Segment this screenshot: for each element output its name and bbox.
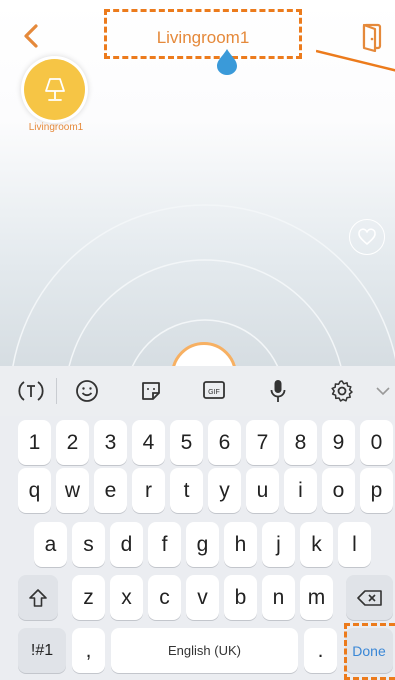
comma-key[interactable]: ,: [72, 628, 105, 673]
key-w[interactable]: w: [56, 468, 89, 513]
emoji-icon: [76, 380, 98, 402]
key-1[interactable]: 1: [18, 420, 51, 465]
key-9[interactable]: 9: [322, 420, 355, 465]
key-n[interactable]: n: [262, 575, 295, 620]
key-f[interactable]: f: [148, 522, 181, 567]
backspace-icon: [356, 589, 382, 606]
sticker-icon: [142, 382, 160, 400]
key-o[interactable]: o: [322, 468, 355, 513]
lamp-icon: [44, 77, 65, 101]
text-mode-icon: [18, 381, 44, 401]
key-k[interactable]: k: [300, 522, 333, 567]
lamp-device-avatar[interactable]: [24, 59, 85, 120]
key-0[interactable]: 0: [360, 420, 393, 465]
key-x[interactable]: x: [110, 575, 143, 620]
key-8[interactable]: 8: [284, 420, 317, 465]
key-a[interactable]: a: [34, 522, 67, 567]
key-d[interactable]: d: [110, 522, 143, 567]
key-h[interactable]: h: [224, 522, 257, 567]
key-u[interactable]: u: [246, 468, 279, 513]
key-g[interactable]: g: [186, 522, 219, 567]
collapse-toolbar-button[interactable]: [368, 377, 395, 405]
key-3[interactable]: 3: [94, 420, 127, 465]
page-title[interactable]: Livingroom1: [104, 28, 302, 48]
microphone-icon: [270, 380, 286, 402]
key-z[interactable]: z: [72, 575, 105, 620]
key-y[interactable]: y: [208, 468, 241, 513]
key-m[interactable]: m: [300, 575, 333, 620]
on-screen-keyboard: GIF 1 2 3 4 5 6 7 8 9 0 q w e r t y u i …: [0, 366, 395, 680]
key-4[interactable]: 4: [132, 420, 165, 465]
done-highlight-box: [344, 623, 395, 680]
key-q[interactable]: q: [18, 468, 51, 513]
callout-pointer-line: [316, 49, 395, 72]
voice-input-button[interactable]: [263, 377, 293, 405]
chevron-down-icon: [376, 387, 390, 396]
key-r[interactable]: r: [132, 468, 165, 513]
sticker-button[interactable]: [136, 377, 166, 405]
gear-icon: [331, 380, 353, 402]
key-7[interactable]: 7: [246, 420, 279, 465]
light-control-rings: [12, 204, 395, 366]
key-e[interactable]: e: [94, 468, 127, 513]
device-label: Livingroom1: [28, 122, 84, 133]
back-arrow-icon[interactable]: [18, 22, 46, 50]
key-t[interactable]: t: [170, 468, 203, 513]
text-translate-button[interactable]: [16, 377, 46, 405]
gif-label: GIF: [208, 389, 220, 396]
key-6[interactable]: 6: [208, 420, 241, 465]
gif-icon: GIF: [203, 381, 225, 399]
backspace-key[interactable]: [346, 575, 393, 620]
symbols-key[interactable]: !#1: [18, 628, 66, 673]
key-p[interactable]: p: [360, 468, 393, 513]
period-key[interactable]: .: [304, 628, 337, 673]
room-control-screen: Livingroom1 Livingroom1: [0, 0, 395, 366]
key-b[interactable]: b: [224, 575, 257, 620]
favorite-button[interactable]: [349, 219, 385, 255]
shift-icon: [29, 588, 47, 607]
key-2[interactable]: 2: [56, 420, 89, 465]
space-key[interactable]: English (UK): [111, 628, 298, 673]
shift-key[interactable]: [18, 575, 58, 620]
keyboard-toolbar: GIF: [0, 366, 395, 416]
toolbar-divider: [56, 378, 57, 404]
key-c[interactable]: c: [148, 575, 181, 620]
key-5[interactable]: 5: [170, 420, 203, 465]
water-drop-icon: [217, 49, 237, 75]
heart-icon: [358, 228, 376, 246]
key-l[interactable]: l: [338, 522, 371, 567]
keyboard-settings-button[interactable]: [327, 377, 357, 405]
key-i[interactable]: i: [284, 468, 317, 513]
emoji-button[interactable]: [72, 377, 102, 405]
key-j[interactable]: j: [262, 522, 295, 567]
gif-button[interactable]: GIF: [199, 377, 229, 405]
key-s[interactable]: s: [72, 522, 105, 567]
key-v[interactable]: v: [186, 575, 219, 620]
